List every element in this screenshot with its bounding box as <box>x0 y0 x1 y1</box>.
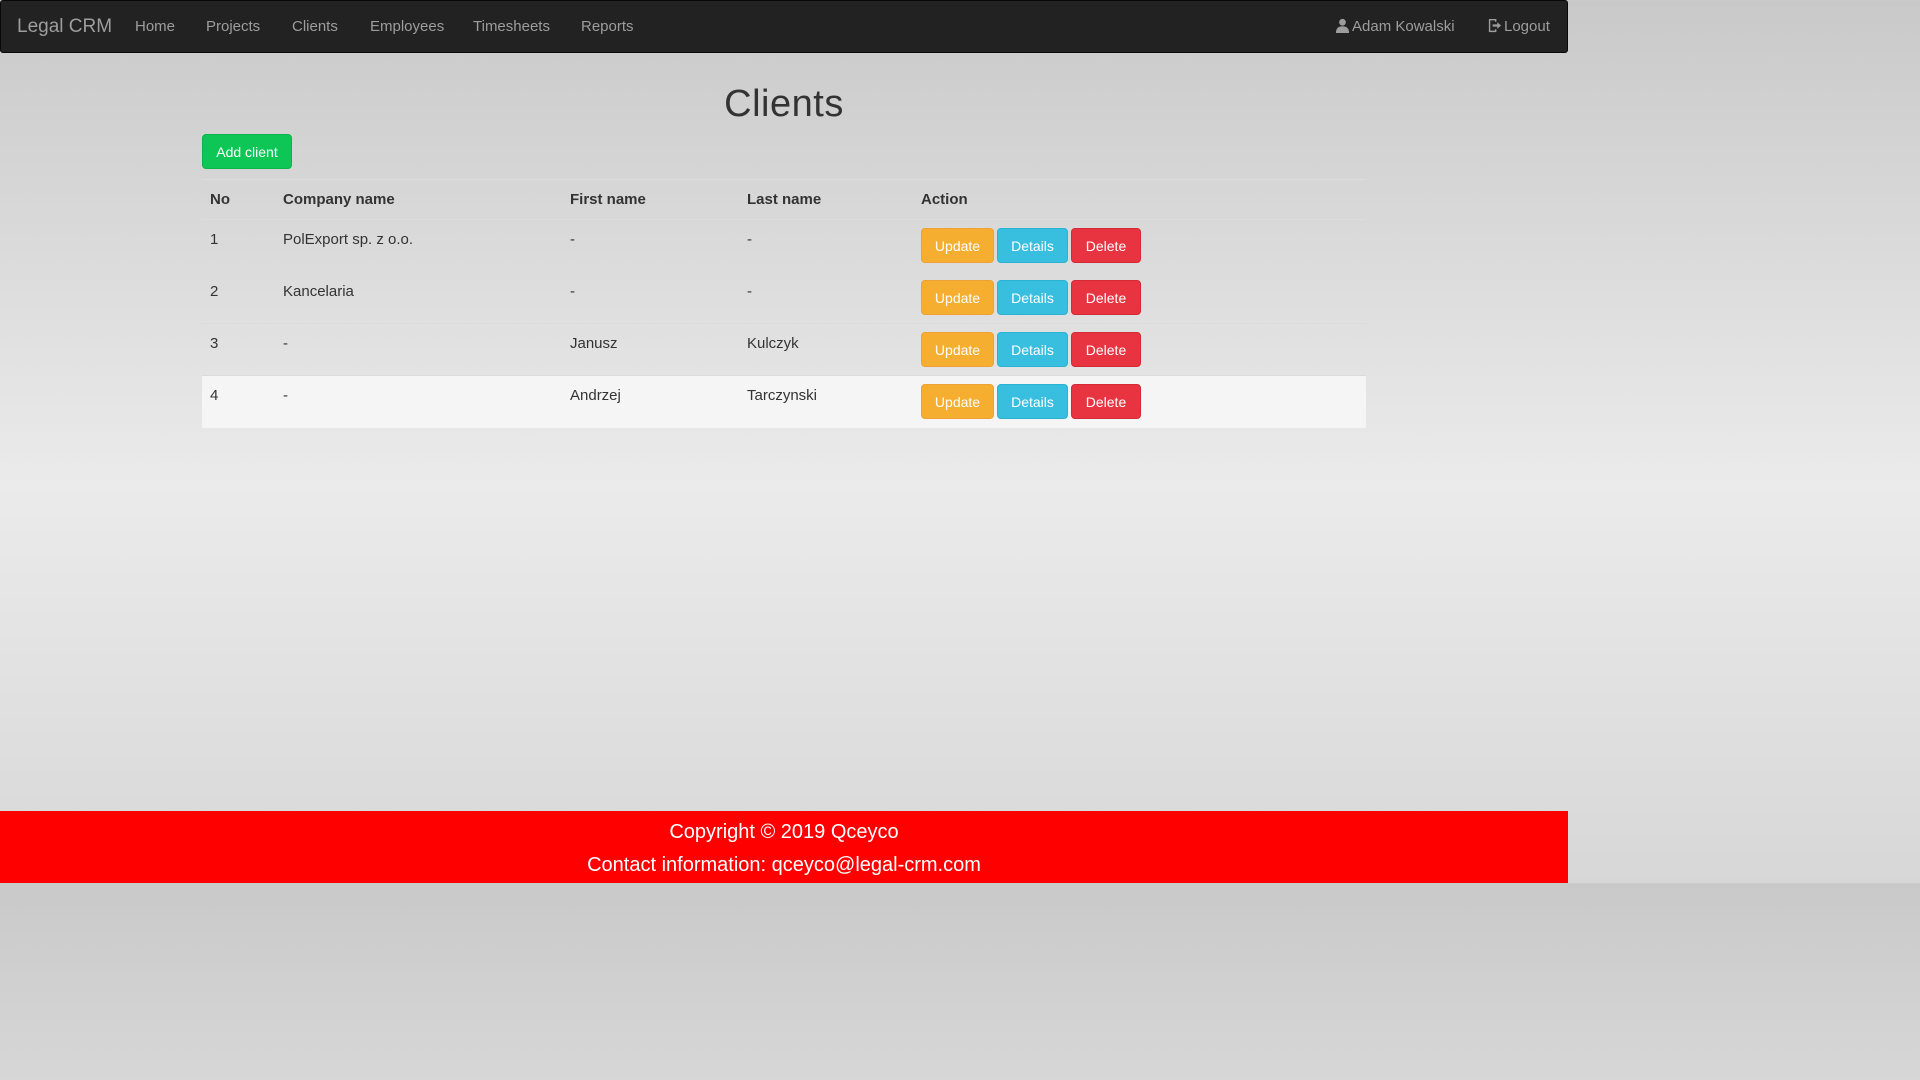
table-row: 4 - Andrzej Tarczynski Update Details De… <box>202 376 1366 428</box>
table-header: No Company name First name Last name Act… <box>202 180 1366 220</box>
nav-projects[interactable]: Projects <box>206 17 260 37</box>
logout-icon <box>1488 18 1502 33</box>
cell-no: 4 <box>210 387 219 404</box>
clients-table: No Company name First name Last name Act… <box>202 179 1366 428</box>
user-name: Adam Kowalski <box>1352 18 1455 35</box>
footer-contact: Contact information: qceyco@legal-crm.co… <box>587 854 981 876</box>
table-row: 3 - Janusz Kulczyk Update Details Delete <box>202 324 1366 376</box>
nav-employees[interactable]: Employees <box>370 17 444 37</box>
delete-button[interactable]: Delete <box>1071 384 1141 419</box>
cell-no: 2 <box>210 283 219 300</box>
cell-first-name: Janusz <box>570 335 618 352</box>
cell-company-name: Kancelaria <box>283 283 354 300</box>
cell-company-name: - <box>283 335 288 352</box>
table-row: 2 Kancelaria - - Update Details Delete <box>202 272 1366 324</box>
table-row: 1 PolExport sp. z o.o. - - Update Detail… <box>202 220 1366 272</box>
nav-home[interactable]: Home <box>135 17 175 37</box>
update-button[interactable]: Update <box>921 384 994 419</box>
page-title: Clients <box>724 83 844 125</box>
nav-logout[interactable]: Logout <box>1487 17 1550 37</box>
footer-copyright: Copyright © 2019 Qceyco <box>669 821 899 843</box>
cell-company-name: PolExport sp. z o.o. <box>283 231 414 248</box>
header-last-name: Last name <box>747 191 822 208</box>
update-button[interactable]: Update <box>921 332 994 367</box>
delete-button[interactable]: Delete <box>1071 228 1141 263</box>
cell-first-name: Andrzej <box>570 387 621 404</box>
details-button[interactable]: Details <box>997 228 1068 263</box>
details-button[interactable]: Details <box>997 280 1068 315</box>
nav-timesheets[interactable]: Timesheets <box>473 17 550 37</box>
navbar: Legal CRM Home Projects Clients Employee… <box>0 0 1568 53</box>
nav-reports[interactable]: Reports <box>581 17 634 37</box>
update-button[interactable]: Update <box>921 228 994 263</box>
cell-last-name: - <box>747 283 752 300</box>
cell-first-name: - <box>570 283 575 300</box>
header-action: Action <box>921 191 968 208</box>
header-company-name: Company name <box>283 191 395 208</box>
cell-last-name: Tarczynski <box>747 387 818 404</box>
footer: Copyright © 2019 Qceyco Contact informat… <box>0 811 1568 883</box>
cell-no: 1 <box>210 231 219 248</box>
logout-label: Logout <box>1504 18 1550 35</box>
nav-clients[interactable]: Clients <box>292 17 338 37</box>
cell-last-name: Kulczyk <box>747 335 799 352</box>
update-button[interactable]: Update <box>921 280 994 315</box>
header-no: No <box>210 191 230 208</box>
cell-no: 3 <box>210 335 219 352</box>
user-icon <box>1335 18 1350 33</box>
header-first-name: First name <box>570 191 646 208</box>
add-client-button[interactable]: Add client <box>202 134 292 169</box>
cell-company-name: - <box>283 387 288 404</box>
nav-user[interactable]: Adam Kowalski <box>1335 17 1455 37</box>
cell-last-name: - <box>747 231 752 248</box>
brand-logo[interactable]: Legal CRM <box>17 15 112 39</box>
cell-first-name: - <box>570 231 575 248</box>
details-button[interactable]: Details <box>997 384 1068 419</box>
details-button[interactable]: Details <box>997 332 1068 367</box>
delete-button[interactable]: Delete <box>1071 332 1141 367</box>
delete-button[interactable]: Delete <box>1071 280 1141 315</box>
